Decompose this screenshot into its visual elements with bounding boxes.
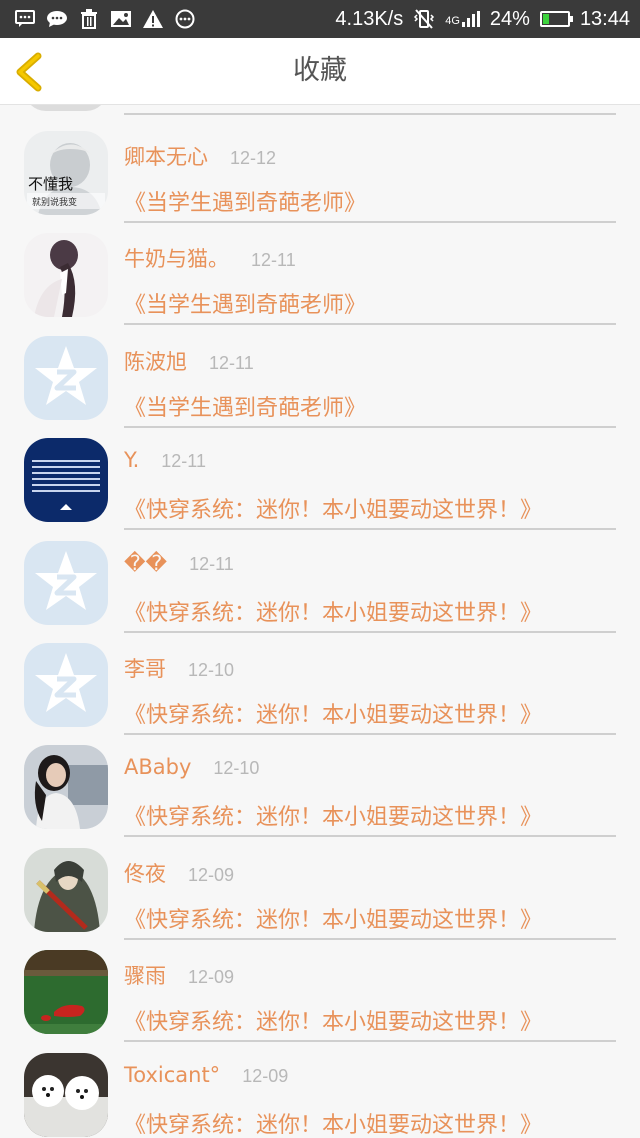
avatar[interactable] bbox=[24, 745, 108, 830]
favorites-list[interactable]: 就别说我变 不懂我 卿本无心 12-12 《当学生遇到奇葩老师》 牛奶与猫。 12-11 《当… bbox=[0, 105, 640, 1138]
date: 12-11 bbox=[251, 250, 296, 271]
default-star-avatar[interactable] bbox=[24, 643, 108, 727]
divider bbox=[124, 835, 616, 838]
app-header: 收藏 bbox=[0, 38, 640, 105]
list-item[interactable]: Toxicant° 12-09 《快穿系统：迷你！本小姐要动这世界！》 bbox=[0, 1052, 640, 1138]
story-title-link[interactable]: 《当学生遇到奇葩老师》 bbox=[124, 287, 366, 319]
divider bbox=[124, 221, 616, 223]
user-name[interactable]: 骤雨 bbox=[124, 964, 166, 988]
user-name-row: Toxicant° 12-09 bbox=[124, 1063, 288, 1087]
network-speed: 4.13K/s bbox=[335, 7, 404, 30]
user-name-row: 李哥 12-10 bbox=[124, 653, 234, 683]
story-title-link[interactable]: 《快穿系统：迷你！本小姐要动这世界！》 bbox=[124, 1107, 542, 1138]
avatar[interactable] bbox=[24, 1052, 108, 1137]
list-item[interactable]: ABaby 12-10 《快穿系统：迷你！本小姐要动这世界！》 bbox=[0, 745, 640, 847]
user-name[interactable]: �� bbox=[124, 551, 167, 575]
battery-percent: 24% bbox=[489, 7, 530, 30]
list-item[interactable]: 佟夜 12-09 《快穿系统：迷你！本小姐要动这世界！》 bbox=[0, 847, 640, 950]
network-type: 4G bbox=[445, 15, 460, 27]
user-name[interactable]: ABaby bbox=[124, 755, 191, 779]
avatar[interactable]: 就别说我变 不懂我 bbox=[24, 131, 108, 215]
notification-icons bbox=[14, 7, 196, 31]
status-indicators: 4.13K/s 4G 24% 13:44 bbox=[335, 0, 630, 38]
story-title-link[interactable]: 《快穿系统：迷你！本小姐要动这世界！》 bbox=[124, 902, 542, 934]
chat-bubble-icon bbox=[46, 8, 68, 30]
default-star-avatar[interactable] bbox=[24, 335, 108, 420]
list-item[interactable]: 就别说我变 不懂我 卿本无心 12-12 《当学生遇到奇葩老师》 bbox=[0, 131, 640, 233]
user-name[interactable]: 卿本无心 bbox=[124, 145, 208, 169]
user-name-row: Y. 12-11 bbox=[124, 448, 206, 472]
divider bbox=[124, 113, 616, 115]
user-name-row: ABaby 12-10 bbox=[124, 755, 259, 779]
user-name[interactable]: Y. bbox=[124, 448, 139, 472]
list-item[interactable]: �� 12-11 《快穿系统：迷你！本小姐要动这世界！》 bbox=[0, 540, 640, 643]
list-item[interactable]: 骤雨 12-09 《快穿系统：迷你！本小姐要动这世界！》 bbox=[0, 950, 640, 1052]
date: 12-10 bbox=[188, 660, 235, 680]
list-item[interactable]: 牛奶与猫。 12-11 《当学生遇到奇葩老师》 bbox=[0, 233, 640, 335]
date: 12-12 bbox=[230, 148, 277, 168]
date: 12-10 bbox=[213, 758, 260, 779]
list-item[interactable]: Y. 12-11 《快穿系统：迷你！本小姐要动这世界！》 bbox=[0, 438, 640, 540]
status-bar: 4.13K/s 4G 24% 13:44 bbox=[0, 0, 640, 38]
date: 12-09 bbox=[188, 967, 235, 988]
story-title-link[interactable]: 《快穿系统：迷你！本小姐要动这世界！》 bbox=[124, 799, 542, 831]
date: 12-11 bbox=[161, 451, 206, 472]
date: 12-09 bbox=[242, 1065, 289, 1086]
user-name-row: �� 12-11 bbox=[124, 551, 234, 575]
battery-icon bbox=[539, 11, 573, 27]
vibrate-icon bbox=[413, 8, 435, 30]
story-title-link[interactable]: 《快穿系统：迷你！本小姐要动这世界！》 bbox=[124, 595, 542, 627]
svg-text:就别说我变: 就别说我变 bbox=[32, 196, 77, 208]
divider bbox=[124, 1040, 616, 1043]
user-name-row: 骤雨 12-09 bbox=[124, 960, 234, 990]
user-name[interactable]: 佟夜 bbox=[124, 862, 166, 886]
user-name[interactable]: 李哥 bbox=[124, 657, 166, 681]
avatar[interactable] bbox=[24, 438, 108, 523]
divider bbox=[124, 323, 616, 326]
story-title-link[interactable]: 《当学生遇到奇葩老师》 bbox=[124, 390, 366, 422]
user-name-row: 佟夜 12-09 bbox=[124, 858, 234, 888]
date: 12-11 bbox=[209, 352, 254, 373]
story-title-link[interactable]: 《快穿系统：迷你！本小姐要动这世界！》 bbox=[124, 1004, 542, 1036]
warning-icon bbox=[142, 8, 164, 30]
page-title: 收藏 bbox=[293, 55, 347, 86]
clock: 13:44 bbox=[579, 7, 630, 30]
avatar[interactable] bbox=[24, 950, 108, 1035]
story-title-link[interactable]: 《快穿系统：迷你！本小姐要动这世界！》 bbox=[124, 492, 542, 524]
more-dots-icon bbox=[174, 8, 196, 30]
list-item[interactable]: 李哥 12-10 《快穿系统：迷你！本小姐要动这世界！》 bbox=[0, 643, 640, 745]
image-icon bbox=[110, 8, 132, 30]
signal-icon: 4G bbox=[445, 11, 480, 27]
story-title-link[interactable]: 《当学生遇到奇葩老师》 bbox=[124, 185, 366, 217]
list-item[interactable]: 陈波旭 12-11 《当学生遇到奇葩老师》 bbox=[0, 335, 640, 438]
date: 12-09 bbox=[188, 864, 235, 885]
user-name-row: 牛奶与猫。 12-11 bbox=[124, 243, 296, 273]
message-icon bbox=[14, 8, 36, 30]
user-name-row: 陈波旭 12-11 bbox=[124, 346, 254, 376]
divider bbox=[124, 937, 616, 940]
divider bbox=[124, 528, 616, 531]
svg-text:不懂我: 不懂我 bbox=[28, 175, 73, 193]
divider bbox=[124, 425, 616, 428]
user-name[interactable]: Toxicant° bbox=[124, 1063, 220, 1087]
divider bbox=[124, 630, 616, 633]
user-name-row: 卿本无心 12-12 bbox=[124, 141, 276, 171]
date: 12-11 bbox=[189, 553, 234, 574]
user-name[interactable]: 牛奶与猫。 bbox=[124, 247, 229, 271]
avatar[interactable] bbox=[24, 847, 108, 932]
default-star-avatar[interactable] bbox=[24, 540, 108, 625]
divider bbox=[124, 733, 616, 735]
user-name[interactable]: 陈波旭 bbox=[124, 350, 187, 374]
avatar bbox=[24, 105, 108, 111]
trash-icon bbox=[78, 8, 100, 30]
avatar[interactable] bbox=[24, 233, 108, 318]
story-title-link[interactable]: 《快穿系统：迷你！本小姐要动这世界！》 bbox=[124, 697, 542, 729]
